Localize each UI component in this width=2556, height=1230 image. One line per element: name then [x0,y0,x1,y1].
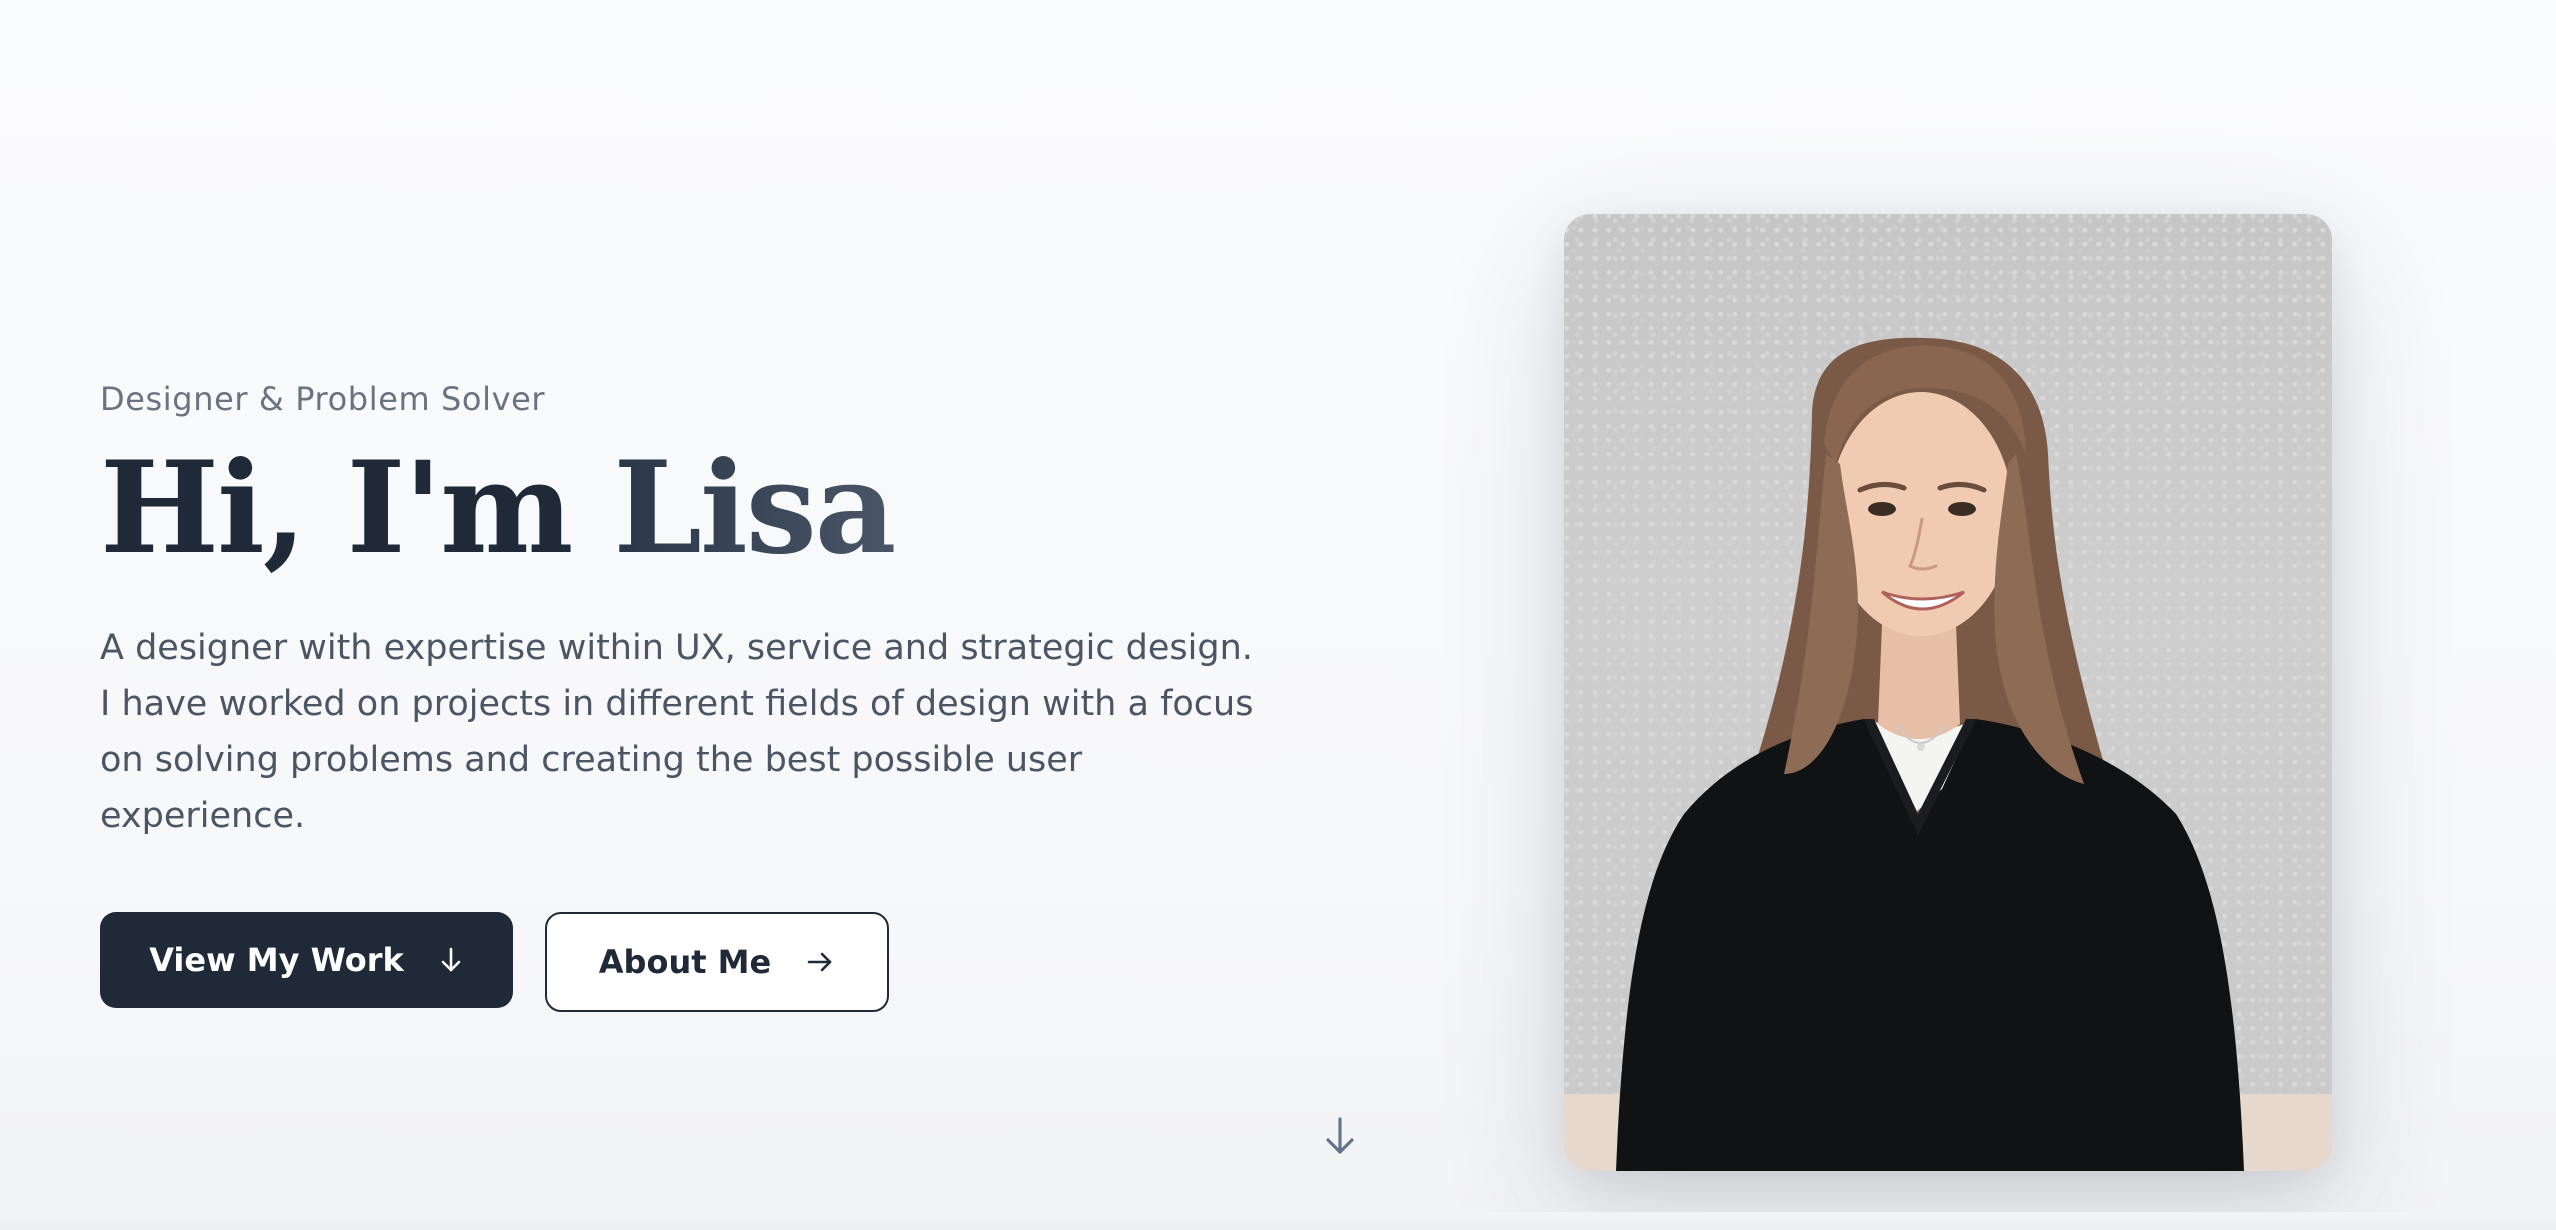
portrait-illustration [1564,337,2332,1171]
hero-headline: Hi, I'm Lisa [100,434,1260,584]
scroll-down-button[interactable] [1320,1114,1360,1158]
headline-greeting: Hi, I'm [100,434,614,582]
arrow-down-icon [438,945,464,975]
view-my-work-button[interactable]: View My Work [100,912,513,1008]
hero-actions: View My Work About Me [100,912,889,1012]
headline-name: Lisa [613,434,896,582]
arrow-down-icon [1320,1117,1360,1162]
portrait-photo [1564,214,2332,1171]
arrow-right-icon [805,949,835,975]
about-me-button[interactable]: About Me [545,912,889,1012]
hero-eyebrow: Designer & Problem Solver [100,380,546,418]
hero-section: Designer & Problem Solver Hi, I'm Lisa A… [0,0,2556,1230]
hero-bio: A designer with expertise within UX, ser… [100,628,1254,836]
view-my-work-label: View My Work [149,941,404,979]
about-me-label: About Me [598,943,772,981]
hero-intro: Designer & Problem Solver Hi, I'm Lisa A… [100,378,1260,844]
section-divider [0,1212,2556,1230]
